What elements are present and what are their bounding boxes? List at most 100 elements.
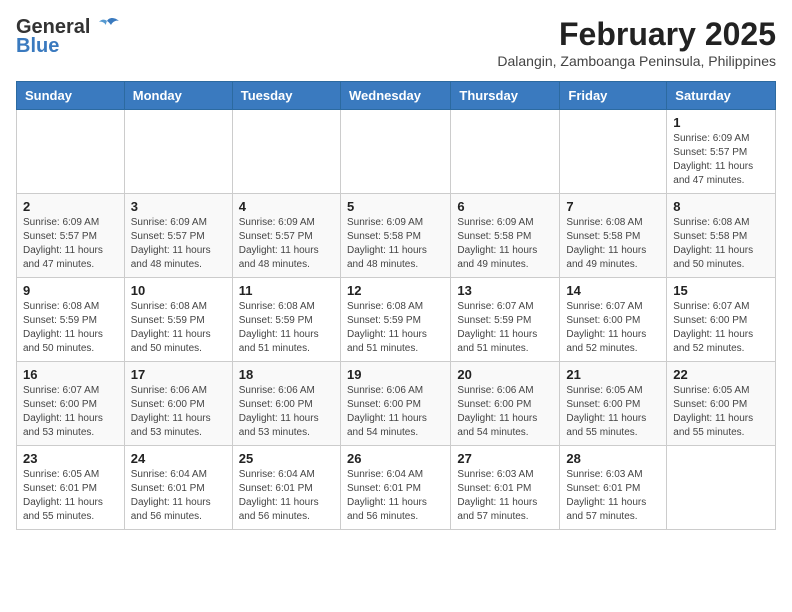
calendar-day-19: 19 Sunrise: 6:06 AM Sunset: 6:00 PM Dayli… <box>340 362 450 446</box>
calendar-empty-cell <box>340 110 450 194</box>
calendar-day-2: 2 Sunrise: 6:09 AM Sunset: 5:57 PM Daylig… <box>17 194 125 278</box>
day-info: Sunrise: 6:06 AM Sunset: 6:00 PM Dayligh… <box>131 384 226 440</box>
calendar-day-3: 3 Sunrise: 6:09 AM Sunset: 5:57 PM Daylig… <box>124 194 232 278</box>
page-header: General Blue February 2025 Dalangin, Zam… <box>16 16 776 69</box>
calendar-day-24: 24 Sunrise: 6:04 AM Sunset: 6:01 PM Dayli… <box>124 446 232 530</box>
day-info: Sunrise: 6:05 AM Sunset: 6:01 PM Dayligh… <box>23 468 118 524</box>
location-subtitle: Dalangin, Zamboanga Peninsula, Philippin… <box>497 53 776 69</box>
calendar-day-1: 1 Sunrise: 6:09 AM Sunset: 5:57 PM Daylig… <box>667 110 776 194</box>
weekday-header-tuesday: Tuesday <box>232 82 340 110</box>
day-number: 24 <box>131 451 226 466</box>
calendar-day-20: 20Sunrise: 6:06 AM Sunset: 6:00 PM Dayli… <box>451 362 560 446</box>
calendar-day-21: 21Sunrise: 6:05 AM Sunset: 6:00 PM Dayli… <box>560 362 667 446</box>
logo: General Blue <box>16 16 121 58</box>
calendar-day-22: 22 Sunrise: 6:05 AM Sunset: 6:00 PM Dayli… <box>667 362 776 446</box>
calendar-day-15: 15Sunrise: 6:07 AM Sunset: 6:00 PM Dayli… <box>667 278 776 362</box>
day-info: Sunrise: 6:07 AM Sunset: 6:00 PM Dayligh… <box>673 300 769 356</box>
day-info: Sunrise: 6:07 AM Sunset: 6:00 PM Dayligh… <box>566 300 660 356</box>
weekday-header-wednesday: Wednesday <box>340 82 450 110</box>
calendar-day-23: 23 Sunrise: 6:05 AM Sunset: 6:01 PM Dayli… <box>17 446 125 530</box>
calendar-empty-cell <box>451 110 560 194</box>
day-info: Sunrise: 6:03 AM Sunset: 6:01 PM Dayligh… <box>457 468 553 524</box>
day-number: 2 <box>23 199 118 214</box>
day-info: Sunrise: 6:04 AM Sunset: 6:01 PM Dayligh… <box>347 468 444 524</box>
day-number: 8 <box>673 199 769 214</box>
weekday-header-thursday: Thursday <box>451 82 560 110</box>
day-info: Sunrise: 6:05 AM Sunset: 6:00 PM Dayligh… <box>673 384 769 440</box>
calendar-week-row: 2 Sunrise: 6:09 AM Sunset: 5:57 PM Daylig… <box>17 194 776 278</box>
calendar-day-6: 6 Sunrise: 6:09 AM Sunset: 5:58 PM Daylig… <box>451 194 560 278</box>
day-number: 21 <box>566 367 660 382</box>
calendar-empty-cell <box>560 110 667 194</box>
day-number: 13 <box>457 283 553 298</box>
day-number: 5 <box>347 199 444 214</box>
day-info: Sunrise: 6:06 AM Sunset: 6:00 PM Dayligh… <box>239 384 334 440</box>
calendar-empty-cell <box>667 446 776 530</box>
day-number: 16 <box>23 367 118 382</box>
calendar-header-row: SundayMondayTuesdayWednesdayThursdayFrid… <box>17 82 776 110</box>
calendar-day-8: 8 Sunrise: 6:08 AM Sunset: 5:58 PM Daylig… <box>667 194 776 278</box>
day-number: 7 <box>566 199 660 214</box>
day-number: 14 <box>566 283 660 298</box>
calendar-empty-cell <box>124 110 232 194</box>
calendar-day-5: 5 Sunrise: 6:09 AM Sunset: 5:58 PM Daylig… <box>340 194 450 278</box>
day-info: Sunrise: 6:04 AM Sunset: 6:01 PM Dayligh… <box>131 468 226 524</box>
day-info: Sunrise: 6:09 AM Sunset: 5:58 PM Dayligh… <box>347 216 444 272</box>
day-number: 27 <box>457 451 553 466</box>
weekday-header-monday: Monday <box>124 82 232 110</box>
day-info: Sunrise: 6:03 AM Sunset: 6:01 PM Dayligh… <box>566 468 660 524</box>
day-info: Sunrise: 6:09 AM Sunset: 5:58 PM Dayligh… <box>457 216 553 272</box>
day-number: 19 <box>347 367 444 382</box>
day-number: 22 <box>673 367 769 382</box>
day-info: Sunrise: 6:07 AM Sunset: 5:59 PM Dayligh… <box>457 300 553 356</box>
day-number: 1 <box>673 115 769 130</box>
calendar-week-row: 9Sunrise: 6:08 AM Sunset: 5:59 PM Daylig… <box>17 278 776 362</box>
month-year-title: February 2025 <box>497 16 776 53</box>
calendar-empty-cell <box>232 110 340 194</box>
day-info: Sunrise: 6:04 AM Sunset: 6:01 PM Dayligh… <box>239 468 334 524</box>
calendar-day-10: 10Sunrise: 6:08 AM Sunset: 5:59 PM Dayli… <box>124 278 232 362</box>
day-info: Sunrise: 6:09 AM Sunset: 5:57 PM Dayligh… <box>673 132 769 188</box>
calendar-day-25: 25 Sunrise: 6:04 AM Sunset: 6:01 PM Dayli… <box>232 446 340 530</box>
day-number: 28 <box>566 451 660 466</box>
day-number: 23 <box>23 451 118 466</box>
day-info: Sunrise: 6:07 AM Sunset: 6:00 PM Dayligh… <box>23 384 118 440</box>
calendar-day-17: 17 Sunrise: 6:06 AM Sunset: 6:00 PM Dayli… <box>124 362 232 446</box>
weekday-header-friday: Friday <box>560 82 667 110</box>
logo-bird-icon <box>93 17 121 39</box>
calendar-day-12: 12 Sunrise: 6:08 AM Sunset: 5:59 PM Dayli… <box>340 278 450 362</box>
calendar-week-row: 1 Sunrise: 6:09 AM Sunset: 5:57 PM Daylig… <box>17 110 776 194</box>
day-info: Sunrise: 6:09 AM Sunset: 5:57 PM Dayligh… <box>131 216 226 272</box>
calendar-day-27: 27 Sunrise: 6:03 AM Sunset: 6:01 PM Dayli… <box>451 446 560 530</box>
calendar-empty-cell <box>17 110 125 194</box>
day-number: 3 <box>131 199 226 214</box>
calendar-day-16: 16 Sunrise: 6:07 AM Sunset: 6:00 PM Dayli… <box>17 362 125 446</box>
calendar-day-9: 9Sunrise: 6:08 AM Sunset: 5:59 PM Daylig… <box>17 278 125 362</box>
day-number: 25 <box>239 451 334 466</box>
day-info: Sunrise: 6:08 AM Sunset: 5:58 PM Dayligh… <box>566 216 660 272</box>
day-number: 26 <box>347 451 444 466</box>
calendar-day-18: 18 Sunrise: 6:06 AM Sunset: 6:00 PM Dayli… <box>232 362 340 446</box>
day-info: Sunrise: 6:09 AM Sunset: 5:57 PM Dayligh… <box>23 216 118 272</box>
calendar-day-11: 11 Sunrise: 6:08 AM Sunset: 5:59 PM Dayli… <box>232 278 340 362</box>
day-info: Sunrise: 6:06 AM Sunset: 6:00 PM Dayligh… <box>347 384 444 440</box>
calendar-table: SundayMondayTuesdayWednesdayThursdayFrid… <box>16 81 776 530</box>
day-number: 6 <box>457 199 553 214</box>
weekday-header-sunday: Sunday <box>17 82 125 110</box>
title-block: February 2025 Dalangin, Zamboanga Penins… <box>497 16 776 69</box>
calendar-week-row: 16 Sunrise: 6:07 AM Sunset: 6:00 PM Dayli… <box>17 362 776 446</box>
calendar-day-26: 26 Sunrise: 6:04 AM Sunset: 6:01 PM Dayli… <box>340 446 450 530</box>
calendar-day-28: 28 Sunrise: 6:03 AM Sunset: 6:01 PM Dayli… <box>560 446 667 530</box>
weekday-header-saturday: Saturday <box>667 82 776 110</box>
calendar-week-row: 23 Sunrise: 6:05 AM Sunset: 6:01 PM Dayli… <box>17 446 776 530</box>
day-number: 12 <box>347 283 444 298</box>
day-number: 4 <box>239 199 334 214</box>
day-info: Sunrise: 6:08 AM Sunset: 5:59 PM Dayligh… <box>131 300 226 356</box>
calendar-day-7: 7 Sunrise: 6:08 AM Sunset: 5:58 PM Daylig… <box>560 194 667 278</box>
day-info: Sunrise: 6:08 AM Sunset: 5:59 PM Dayligh… <box>239 300 334 356</box>
day-number: 11 <box>239 283 334 298</box>
day-number: 17 <box>131 367 226 382</box>
day-info: Sunrise: 6:08 AM Sunset: 5:59 PM Dayligh… <box>347 300 444 356</box>
day-number: 18 <box>239 367 334 382</box>
day-info: Sunrise: 6:08 AM Sunset: 5:58 PM Dayligh… <box>673 216 769 272</box>
